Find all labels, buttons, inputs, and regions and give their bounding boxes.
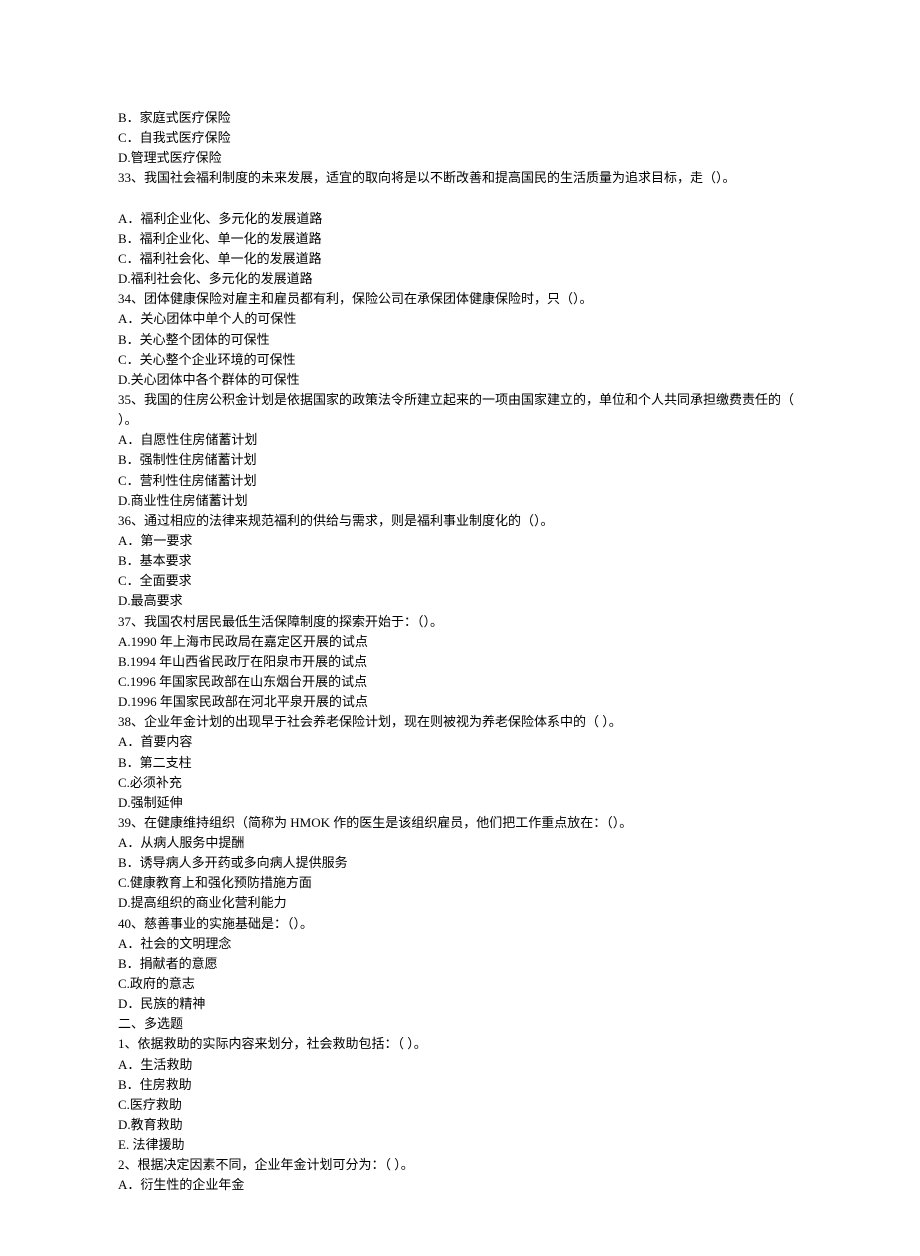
text-line: C．全面要求	[118, 571, 802, 591]
text-line: A．福利企业化、多元化的发展道路	[118, 209, 802, 229]
document-page: B．家庭式医疗保险 C．自我式医疗保险 D.管理式医疗保险 33、我国社会福利制…	[0, 0, 920, 1256]
text-line: B．强制性住房储蓄计划	[118, 450, 802, 470]
text-line: D.福利社会化、多元化的发展道路	[118, 269, 802, 289]
text-line: 35、我国的住房公积金计划是依据国家的政策法令所建立起来的一项由国家建立的，单位…	[118, 390, 802, 430]
text-line: B．诱导病人多开药或多向病人提供服务	[118, 853, 802, 873]
text-line: E. 法律援助	[118, 1135, 802, 1155]
text-line: 40、慈善事业的实施基础是：（）。	[118, 914, 802, 934]
text-line: A．首要内容	[118, 732, 802, 752]
text-line: C.政府的意志	[118, 974, 802, 994]
text-line: D.强制延伸	[118, 793, 802, 813]
text-line: 33、我国社会福利制度的未来发展，适宜的取向将是以不断改善和提高国民的生活质量为…	[118, 168, 802, 188]
text-line: D．民族的精神	[118, 994, 802, 1014]
text-line: D.关心团体中各个群体的可保性	[118, 370, 802, 390]
text-line: C.医疗救助	[118, 1095, 802, 1115]
text-line: C．福利社会化、单一化的发展道路	[118, 249, 802, 269]
text-line: 34、团体健康保险对雇主和雇员都有利，保险公司在承保团体健康保险时，只（）。	[118, 289, 802, 309]
text-line: A.1990 年上海市民政局在嘉定区开展的试点	[118, 632, 802, 652]
text-line: B．福利企业化、单一化的发展道路	[118, 229, 802, 249]
text-line: A．自愿性住房储蓄计划	[118, 430, 802, 450]
text-line: D.教育救助	[118, 1115, 802, 1135]
text-line: D.商业性住房储蓄计划	[118, 491, 802, 511]
text-line: B．第二支柱	[118, 753, 802, 773]
text-line: A．第一要求	[118, 531, 802, 551]
text-line: C．自我式医疗保险	[118, 128, 802, 148]
text-line: 36、通过相应的法律来规范福利的供给与需求，则是福利事业制度化的（）。	[118, 511, 802, 531]
text-line: D.最高要求	[118, 591, 802, 611]
text-line: 39、在健康维持组织（简称为 HMOK 作的医生是该组织雇员，他们把工作重点放在…	[118, 813, 802, 833]
text-line: C.必须补充	[118, 773, 802, 793]
text-line: B．关心整个团体的可保性	[118, 330, 802, 350]
text-line: A．衍生性的企业年金	[118, 1175, 802, 1195]
text-line: 二、多选题	[118, 1014, 802, 1034]
text-line: B．家庭式医疗保险	[118, 108, 802, 128]
text-line: A．生活救助	[118, 1055, 802, 1075]
text-line: 37、我国农村居民最低生活保障制度的探索开始于：（）。	[118, 612, 802, 632]
text-line: D.管理式医疗保险	[118, 148, 802, 168]
text-line: A．社会的文明理念	[118, 934, 802, 954]
text-line: A．关心团体中单个人的可保性	[118, 309, 802, 329]
text-line: B．捐献者的意愿	[118, 954, 802, 974]
text-line: C.1996 年国家民政部在山东烟台开展的试点	[118, 672, 802, 692]
text-line: 1、依据救助的实际内容来划分，社会救助包括：（ ）。	[118, 1034, 802, 1054]
text-line: C．营利性住房储蓄计划	[118, 471, 802, 491]
text-line: D.1996 年国家民政部在河北平泉开展的试点	[118, 692, 802, 712]
text-line: A．从病人服务中提酬	[118, 833, 802, 853]
text-line: 38、企业年金计划的出现早于社会养老保险计划，现在则被视为养老保险体系中的（ ）…	[118, 712, 802, 732]
text-line: B．基本要求	[118, 551, 802, 571]
text-line: C.健康教育上和强化预防措施方面	[118, 873, 802, 893]
text-line: C．关心整个企业环境的可保性	[118, 350, 802, 370]
text-line: B．住房救助	[118, 1075, 802, 1095]
text-line: 2、根据决定因素不同，企业年金计划可分为：（ ）。	[118, 1155, 802, 1175]
text-line: B.1994 年山西省民政厅在阳泉市开展的试点	[118, 652, 802, 672]
text-line: D.提高组织的商业化营利能力	[118, 893, 802, 913]
text-line	[118, 189, 802, 209]
